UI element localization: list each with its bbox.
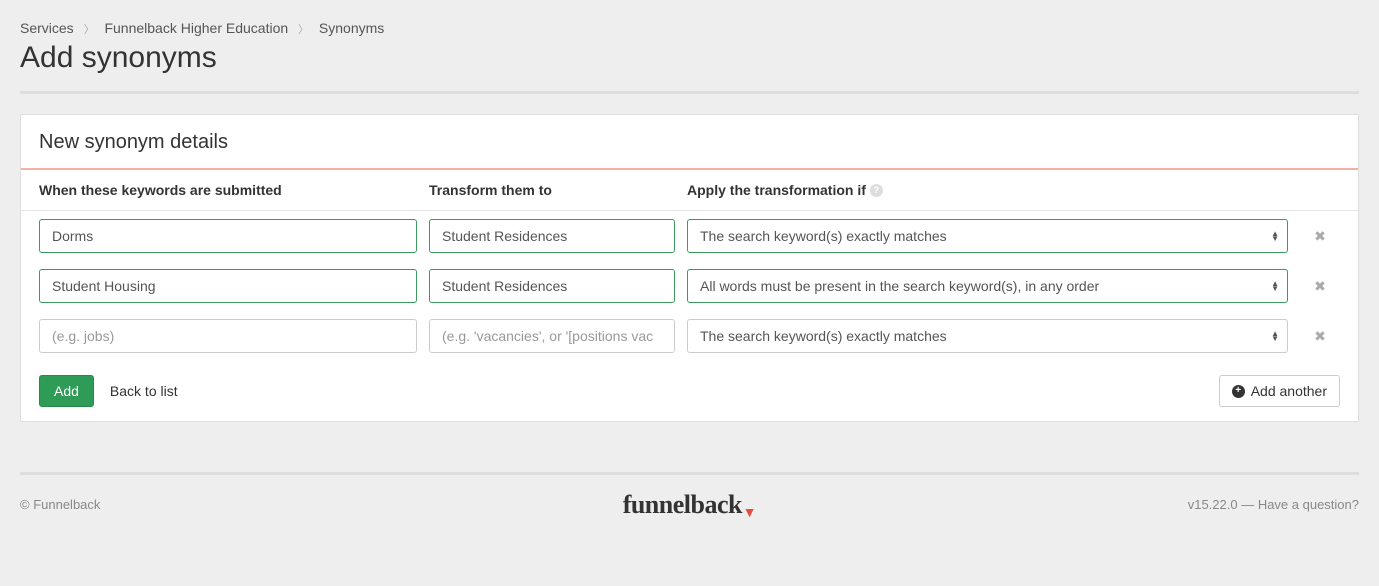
back-to-list-link[interactable]: Back to list <box>110 383 178 399</box>
close-icon: ✖ <box>1314 228 1326 244</box>
column-label-keywords: When these keywords are submitted <box>39 182 429 198</box>
keywords-input[interactable] <box>39 219 417 253</box>
panel-header: New synonym details <box>21 115 1358 170</box>
panel-footer: Add Back to list + Add another <box>21 361 1358 421</box>
apply-select[interactable]: All words must be present in the search … <box>687 269 1288 303</box>
add-another-button[interactable]: + Add another <box>1219 375 1340 407</box>
column-label-transform: Transform them to <box>429 182 687 198</box>
apply-select-value: The search keyword(s) exactly matches <box>700 328 947 344</box>
select-arrows-icon: ▲▼ <box>1271 231 1279 241</box>
help-icon[interactable]: ? <box>870 184 883 197</box>
page-footer: © Funnelback funnelback▲ v15.22.0 — Have… <box>20 472 1359 512</box>
synonym-panel: New synonym details When these keywords … <box>20 114 1359 422</box>
keywords-input[interactable] <box>39 269 417 303</box>
keywords-input[interactable] <box>39 319 417 353</box>
remove-row-button[interactable]: ✖ <box>1310 228 1330 245</box>
brand-accent-icon: ▲ <box>743 504 756 520</box>
chevron-right-icon: 〉 <box>298 24 309 36</box>
remove-row-button[interactable]: ✖ <box>1310 328 1330 345</box>
synonym-row: The search keyword(s) exactly matches ▲▼… <box>21 211 1358 261</box>
column-label-apply: Apply the transformation if ? <box>687 182 1300 198</box>
breadcrumb-link-services[interactable]: Services <box>20 20 74 36</box>
breadcrumb: Services 〉 Funnelback Higher Education 〉… <box>20 20 1359 37</box>
divider <box>20 91 1359 94</box>
transform-input[interactable] <box>429 219 675 253</box>
apply-select[interactable]: The search keyword(s) exactly matches ▲▼ <box>687 319 1288 353</box>
remove-row-button[interactable]: ✖ <box>1310 278 1330 295</box>
select-arrows-icon: ▲▼ <box>1271 281 1279 291</box>
breadcrumb-link-collection[interactable]: Funnelback Higher Education <box>104 20 288 36</box>
footer-version[interactable]: v15.22.0 — Have a question? <box>1188 497 1359 512</box>
synonym-row: The search keyword(s) exactly matches ▲▼… <box>21 311 1358 361</box>
add-button[interactable]: Add <box>39 375 94 407</box>
apply-select[interactable]: The search keyword(s) exactly matches ▲▼ <box>687 219 1288 253</box>
select-arrows-icon: ▲▼ <box>1271 331 1279 341</box>
column-label-apply-text: Apply the transformation if <box>687 182 866 198</box>
footer-brand-logo: funnelback▲ <box>623 490 757 520</box>
footer-copyright: © Funnelback <box>20 497 100 512</box>
add-another-label: Add another <box>1251 383 1327 399</box>
chevron-right-icon: 〉 <box>84 24 95 36</box>
plus-circle-icon: + <box>1232 385 1245 398</box>
transform-input[interactable] <box>429 269 675 303</box>
transform-input[interactable] <box>429 319 675 353</box>
close-icon: ✖ <box>1314 278 1326 294</box>
page-title: Add synonyms <box>20 41 1359 75</box>
synonym-row: All words must be present in the search … <box>21 261 1358 311</box>
close-icon: ✖ <box>1314 328 1326 344</box>
columns-header: When these keywords are submitted Transf… <box>21 170 1358 211</box>
breadcrumb-link-synonyms[interactable]: Synonyms <box>319 20 384 36</box>
apply-select-value: All words must be present in the search … <box>700 278 1099 294</box>
apply-select-value: The search keyword(s) exactly matches <box>700 228 947 244</box>
